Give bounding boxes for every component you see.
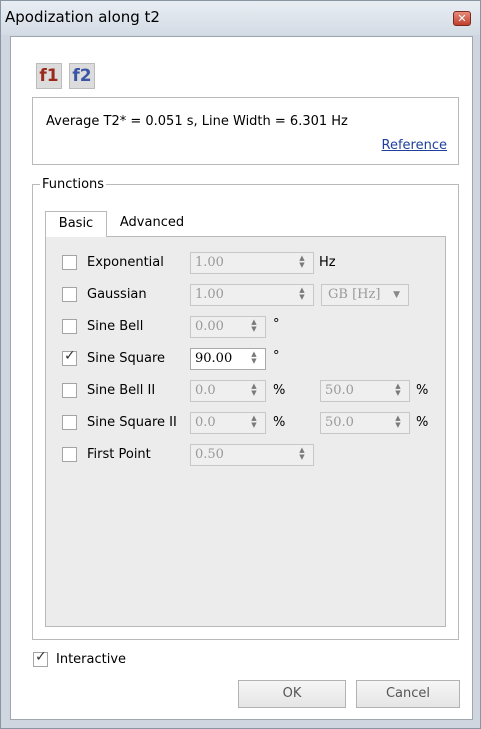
checkmark-icon: ✓ bbox=[35, 649, 47, 665]
window-title: Apodization along t2 bbox=[5, 8, 160, 26]
sine-bell-ii-checkbox[interactable] bbox=[62, 383, 77, 398]
sine-square-ii-unit: % bbox=[273, 415, 286, 430]
sine-bell-ii-value-input[interactable]: 0.0 ▲ ▼ bbox=[190, 380, 266, 402]
title-bar[interactable]: Apodization along t2 ✕ bbox=[1, 1, 480, 35]
sine-square-unit: ° bbox=[273, 349, 280, 364]
f1-dimension-button[interactable]: f1 bbox=[36, 63, 62, 89]
spin-arrows-icon[interactable]: ▲ ▼ bbox=[249, 319, 259, 335]
sine-bell-value-input[interactable]: 0.00 ▲ ▼ bbox=[190, 316, 266, 338]
first-point-value-input[interactable]: 0.50 ▲ ▼ bbox=[190, 444, 314, 466]
cancel-button[interactable]: Cancel bbox=[356, 680, 460, 708]
spin-arrows-icon[interactable]: ▲ ▼ bbox=[249, 383, 259, 399]
info-box: Average T2* = 0.051 s, Line Width = 6.30… bbox=[32, 97, 459, 165]
linewidth-info: Average T2* = 0.051 s, Line Width = 6.30… bbox=[46, 114, 348, 129]
close-button[interactable]: ✕ bbox=[453, 11, 471, 26]
functions-group-title: Functions bbox=[40, 177, 107, 192]
sine-square-ii-unit2: % bbox=[416, 415, 429, 430]
ok-button[interactable]: OK bbox=[238, 680, 346, 708]
f2-label: f2 bbox=[72, 66, 92, 86]
sine-square-ii-checkbox[interactable] bbox=[62, 415, 77, 430]
sine-square-ii-value2: 50.0 bbox=[325, 415, 354, 430]
gaussian-label: Gaussian bbox=[87, 287, 147, 302]
tab-advanced[interactable]: Advanced bbox=[107, 211, 197, 237]
gaussian-value-input[interactable]: 1.00 ▲ ▼ bbox=[190, 284, 314, 306]
sine-square-ii-value: 0.0 bbox=[195, 415, 216, 430]
first-point-label: First Point bbox=[87, 447, 151, 462]
sine-square-ii-value-input[interactable]: 0.0 ▲ ▼ bbox=[190, 412, 266, 434]
exponential-value: 1.00 bbox=[195, 255, 224, 270]
tab-advanced-label: Advanced bbox=[119, 215, 185, 230]
tab-basic-label: Basic bbox=[58, 216, 94, 231]
spin-arrows-icon[interactable]: ▲ ▼ bbox=[393, 415, 403, 431]
close-icon: ✕ bbox=[457, 12, 467, 25]
chevron-down-icon: ▼ bbox=[393, 290, 400, 300]
tab-basic[interactable]: Basic bbox=[45, 211, 107, 237]
sine-bell-ii-value: 0.0 bbox=[195, 383, 216, 398]
spin-arrows-icon[interactable]: ▲ ▼ bbox=[249, 415, 259, 431]
sine-square-label: Sine Square bbox=[87, 351, 165, 366]
sine-square-ii-label: Sine Square II bbox=[87, 415, 177, 430]
sine-square-ii-value2-input[interactable]: 50.0 ▲ ▼ bbox=[320, 412, 410, 434]
first-point-checkbox[interactable] bbox=[62, 447, 77, 462]
sine-bell-ii-label: Sine Bell II bbox=[87, 383, 156, 398]
f2-dimension-button[interactable]: f2 bbox=[69, 63, 95, 89]
spin-arrows-icon[interactable]: ▲ ▼ bbox=[297, 255, 307, 271]
sine-bell-checkbox[interactable] bbox=[62, 319, 77, 334]
checkmark-icon: ✓ bbox=[64, 348, 76, 364]
exponential-value-input[interactable]: 1.00 ▲ ▼ bbox=[190, 252, 314, 274]
spin-arrows-icon[interactable]: ▲ ▼ bbox=[249, 351, 259, 367]
sine-bell-value: 0.00 bbox=[195, 319, 224, 334]
first-point-value: 0.50 bbox=[195, 447, 224, 462]
sine-square-checkbox[interactable]: ✓ bbox=[62, 348, 77, 366]
cancel-label: Cancel bbox=[385, 686, 431, 701]
interactive-label: Interactive bbox=[56, 652, 127, 667]
spin-arrows-icon[interactable]: ▲ ▼ bbox=[393, 383, 403, 399]
sine-bell-label: Sine Bell bbox=[87, 319, 144, 334]
sine-bell-ii-value2: 50.0 bbox=[325, 383, 354, 398]
f1-label: f1 bbox=[39, 66, 59, 86]
sine-bell-ii-unit2: % bbox=[416, 383, 429, 398]
gaussian-unit-select[interactable]: GB [Hz] ▼ bbox=[321, 284, 409, 306]
ok-label: OK bbox=[282, 686, 302, 701]
sine-square-value: 90.00 bbox=[195, 351, 233, 366]
exponential-label: Exponential bbox=[87, 255, 164, 270]
sine-square-value-input[interactable]: 90.00 ▲ ▼ bbox=[190, 348, 266, 370]
gaussian-unit-value: GB [Hz] bbox=[328, 287, 381, 302]
reference-link[interactable]: Reference bbox=[382, 138, 447, 153]
exponential-checkbox[interactable] bbox=[62, 255, 77, 270]
spin-arrows-icon[interactable]: ▲ ▼ bbox=[297, 287, 307, 303]
gaussian-checkbox[interactable] bbox=[62, 287, 77, 302]
gaussian-value: 1.00 bbox=[195, 287, 224, 302]
sine-bell-ii-unit: % bbox=[273, 383, 286, 398]
interactive-checkbox[interactable]: ✓ bbox=[33, 649, 48, 667]
sine-bell-unit: ° bbox=[273, 317, 280, 332]
spin-arrows-icon[interactable]: ▲ ▼ bbox=[297, 447, 307, 463]
exponential-unit: Hz bbox=[319, 255, 336, 270]
sine-bell-ii-value2-input[interactable]: 50.0 ▲ ▼ bbox=[320, 380, 410, 402]
